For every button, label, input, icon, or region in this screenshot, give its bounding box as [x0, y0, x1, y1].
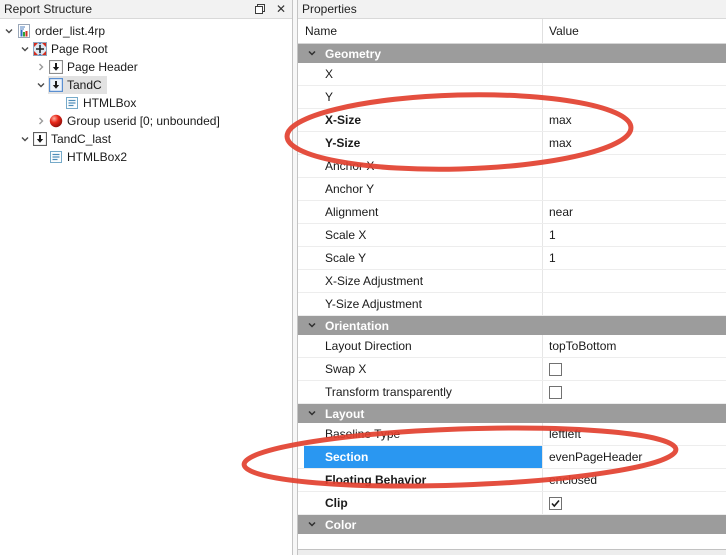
- minibox-icon: [33, 132, 47, 146]
- report-structure-titlebar: Report Structure ✕: [0, 0, 292, 19]
- group-header-color[interactable]: Color: [298, 515, 726, 534]
- group-sphere-icon: [49, 114, 63, 128]
- column-header-value[interactable]: Value: [543, 19, 726, 43]
- property-row-anchor-x[interactable]: Anchor X: [298, 155, 726, 178]
- property-row-x[interactable]: X: [298, 63, 726, 86]
- minibox-icon: [49, 60, 63, 74]
- properties-grid-header: Name Value: [298, 19, 726, 44]
- property-value[interactable]: [543, 293, 726, 315]
- chevron-down-icon: [307, 407, 317, 421]
- htmlbox-document-icon: [65, 96, 79, 110]
- app-root: Report Structure ✕: [0, 0, 726, 555]
- minibox-selected-icon: [49, 78, 63, 92]
- properties-panel: Properties Name Value Geometry X Y X-Siz…: [298, 0, 726, 555]
- tree-item-htmlbox2[interactable]: HTMLBox2: [0, 148, 292, 166]
- property-row-y-size[interactable]: Y-Size max: [298, 132, 726, 155]
- tree-item-htmlbox[interactable]: HTMLBox: [0, 94, 292, 112]
- chevron-down-icon[interactable]: [18, 44, 32, 54]
- tree-item-tandc[interactable]: TandC: [0, 76, 292, 94]
- property-value[interactable]: max: [543, 109, 726, 131]
- chevron-down-icon[interactable]: [2, 26, 16, 36]
- property-row-baseline-type[interactable]: Baseline Type leftleft: [298, 423, 726, 446]
- property-value[interactable]: [543, 155, 726, 177]
- tree-item-page-root[interactable]: Page Root: [0, 40, 292, 58]
- property-row-floating-behavior[interactable]: Floating Behavior enclosed: [298, 469, 726, 492]
- property-row-swap-x[interactable]: Swap X: [298, 358, 726, 381]
- chevron-down-icon[interactable]: [34, 80, 48, 90]
- tree-item-label: HTMLBox2: [67, 148, 127, 166]
- property-value[interactable]: [543, 178, 726, 200]
- tree-item-label: Page Root: [51, 40, 108, 58]
- transform-transparently-checkbox[interactable]: [549, 386, 562, 399]
- property-value[interactable]: 1: [543, 224, 726, 246]
- tree-item-page-header[interactable]: Page Header: [0, 58, 292, 76]
- property-value[interactable]: [543, 270, 726, 292]
- float-panel-icon[interactable]: [253, 2, 267, 16]
- htmlbox-document-icon: [49, 150, 63, 164]
- property-row-y[interactable]: Y: [298, 86, 726, 109]
- group-header-layout[interactable]: Layout: [298, 404, 726, 423]
- property-row-clip[interactable]: Clip: [298, 492, 726, 515]
- report-file-icon: [17, 24, 31, 38]
- tree-item-label: Page Header: [67, 58, 138, 76]
- group-header-orientation[interactable]: Orientation: [298, 316, 726, 335]
- column-header-name[interactable]: Name: [298, 19, 543, 43]
- property-row-x-size[interactable]: X-Size max: [298, 109, 726, 132]
- tree-item-label: TandC: [67, 76, 102, 94]
- property-value[interactable]: near: [543, 201, 726, 223]
- property-row-x-size-adjustment[interactable]: X-Size Adjustment: [298, 270, 726, 293]
- property-value[interactable]: 1: [543, 247, 726, 269]
- chevron-down-icon[interactable]: [18, 134, 32, 144]
- swap-x-checkbox[interactable]: [549, 363, 562, 376]
- chevron-right-icon[interactable]: [34, 62, 48, 72]
- property-row-anchor-y[interactable]: Anchor Y: [298, 178, 726, 201]
- property-row-layout-direction[interactable]: Layout Direction topToBottom: [298, 335, 726, 358]
- property-row-scale-x[interactable]: Scale X 1: [298, 224, 726, 247]
- property-value[interactable]: enclosed: [543, 469, 726, 491]
- panel-title-buttons: ✕: [253, 2, 288, 16]
- property-value[interactable]: topToBottom: [543, 335, 726, 357]
- property-row-scale-y[interactable]: Scale Y 1: [298, 247, 726, 270]
- property-row-y-size-adjustment[interactable]: Y-Size Adjustment: [298, 293, 726, 316]
- report-structure-tree: order_list.4rp: [0, 19, 292, 166]
- tree-item-label: order_list.4rp: [35, 22, 105, 40]
- chevron-right-icon[interactable]: [34, 116, 48, 126]
- property-row-section[interactable]: Section evenPageHeader: [298, 446, 726, 469]
- report-structure-title: Report Structure: [4, 2, 92, 16]
- group-header-geometry[interactable]: Geometry: [298, 44, 726, 63]
- property-row-alignment[interactable]: Alignment near: [298, 201, 726, 224]
- checkmark-icon: [550, 498, 561, 509]
- chevron-down-icon: [307, 47, 317, 61]
- property-value[interactable]: [543, 63, 726, 85]
- properties-title: Properties: [302, 2, 357, 16]
- tree-item-label: Group userid [0; unbounded]: [67, 112, 220, 130]
- property-value[interactable]: max: [543, 132, 726, 154]
- tree-item-tandc-last[interactable]: TandC_last: [0, 130, 292, 148]
- chevron-down-icon: [307, 518, 317, 532]
- tree-item-group-userid[interactable]: Group userid [0; unbounded]: [0, 112, 292, 130]
- tree-item-order-list[interactable]: order_list.4rp: [0, 22, 292, 40]
- report-structure-panel: Report Structure ✕: [0, 0, 292, 555]
- close-panel-icon[interactable]: ✕: [274, 2, 288, 16]
- property-value[interactable]: [543, 86, 726, 108]
- property-value[interactable]: leftleft: [543, 423, 726, 445]
- property-row-transform-transparently[interactable]: Transform transparently: [298, 381, 726, 404]
- page-root-icon: [33, 42, 47, 56]
- properties-bottom-edge: [298, 549, 726, 555]
- chevron-down-icon: [307, 319, 317, 333]
- tree-item-label: TandC_last: [51, 130, 111, 148]
- tree-item-label: HTMLBox: [83, 94, 136, 112]
- clip-checkbox[interactable]: [549, 497, 562, 510]
- properties-titlebar: Properties: [298, 0, 726, 19]
- property-value[interactable]: evenPageHeader: [543, 446, 726, 468]
